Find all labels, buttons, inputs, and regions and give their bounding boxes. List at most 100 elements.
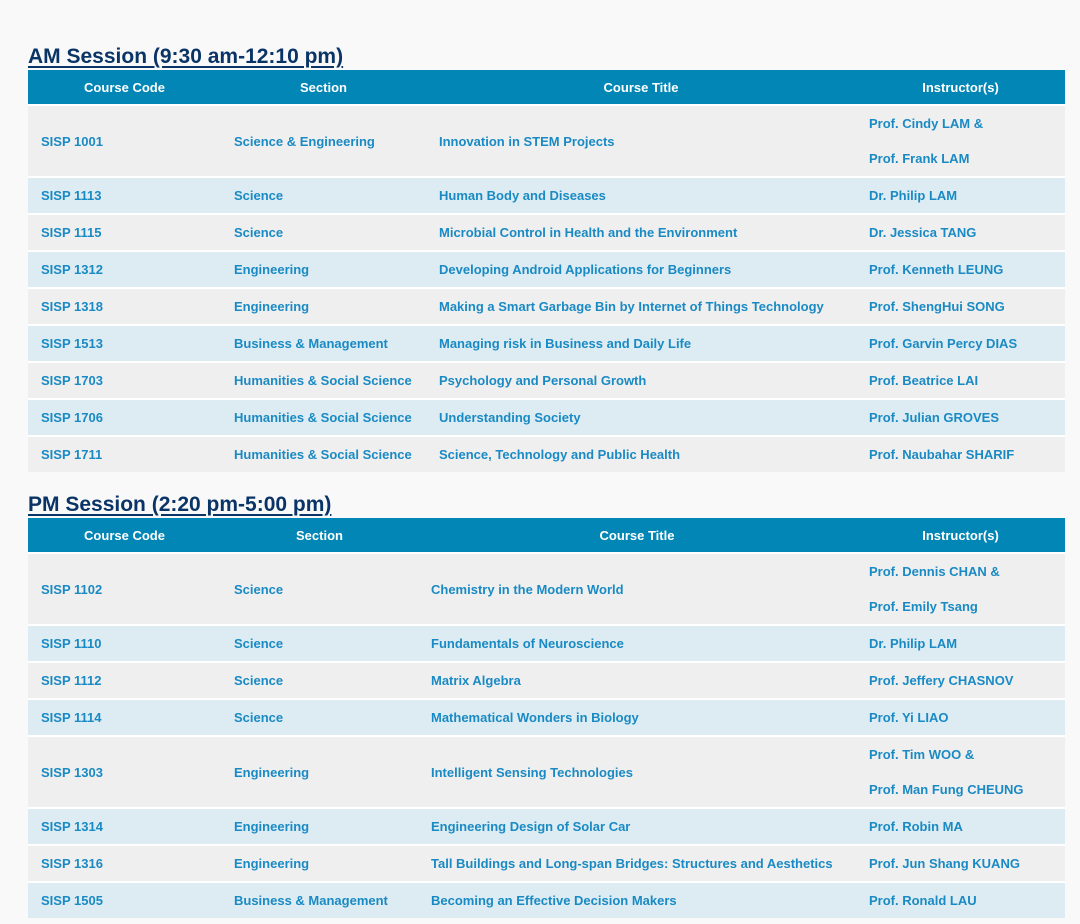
section-cell: Engineering xyxy=(221,735,418,808)
course-code-cell: SISP 1316 xyxy=(28,844,221,882)
instructor-name: Prof. Beatrice LAI xyxy=(869,373,979,388)
instructors-cell: Prof. Jeffery CHASNOV xyxy=(856,661,1065,699)
table-row: SISP 1312 Engineering Developing Android A… xyxy=(28,250,1065,288)
course-title-cell: Psychology and Personal Growth xyxy=(426,361,856,399)
header-course-code: Course Code xyxy=(84,79,165,95)
section-text: Humanities & Social Science xyxy=(234,410,412,425)
instructor-name: Prof. ShengHui SONG xyxy=(869,299,1005,314)
table-row: SISP 1505 Business & Management Becoming a… xyxy=(28,881,1065,918)
table-header-row: Course Code Section Course Title Instruc… xyxy=(28,70,1065,105)
course-title-text: Tall Buildings and Long-span Bridges: St… xyxy=(431,856,833,871)
table-row: SISP 1113 Science Human Body and Diseases D… xyxy=(28,176,1065,214)
course-table-body: SISP 1001 Science & Engineering Innovation… xyxy=(28,104,1065,472)
table-row: SISP 1316 Engineering Tall Buildings and L… xyxy=(28,844,1065,882)
instructor-name: Prof. Tim WOO & xyxy=(869,747,975,762)
course-code-text: SISP 1711 xyxy=(41,447,103,462)
course-code-cell: SISP 1513 xyxy=(28,324,221,362)
instructors-cell: Prof. Garvin Percy DIAS xyxy=(856,324,1065,362)
section-text: Science xyxy=(234,581,284,597)
course-table-body: SISP 1102 Science Chemistry in the Modern … xyxy=(28,552,1065,918)
course-code-text: SISP 1303 xyxy=(41,764,103,780)
section-cell: Science xyxy=(221,661,418,699)
course-code-text: SISP 1114 xyxy=(41,710,102,725)
section-text: Engineering xyxy=(234,856,310,871)
instructors-cell: Prof. Ronald LAU xyxy=(856,881,1065,918)
section-cell: Business & Management xyxy=(221,881,418,918)
section-cell: Science & Engineering xyxy=(221,104,426,177)
course-code-cell: SISP 1303 xyxy=(28,735,221,808)
table-row: SISP 1114 Science Mathematical Wonders in … xyxy=(28,698,1065,736)
section-text: Science xyxy=(234,225,284,240)
course-title-text: Fundamentals of Neuroscience xyxy=(431,636,624,651)
course-title-text: Microbial Control in Health and the Envi… xyxy=(439,225,738,240)
session-heading: PM Session (2:20 pm-5:00 pm) xyxy=(28,493,332,516)
instructors-cell: Dr. Jessica TANG xyxy=(856,213,1065,251)
course-code-cell: SISP 1505 xyxy=(28,881,221,918)
course-title-text: Human Body and Diseases xyxy=(439,188,606,203)
course-code-cell: SISP 1706 xyxy=(28,398,221,436)
instructors-cell: Prof. Tim WOO & Prof. Man Fung CHEUNG xyxy=(856,735,1065,808)
course-code-cell: SISP 1318 xyxy=(28,287,221,325)
instructors-cell: Prof. Jun Shang KUANG xyxy=(856,844,1065,882)
course-title-cell: Becoming an Effective Decision Makers xyxy=(418,881,856,918)
course-title-cell: Tall Buildings and Long-span Bridges: St… xyxy=(418,844,856,882)
course-table: Course Code Section Course Title Instruc… xyxy=(28,518,1065,918)
course-code-text: SISP 1314 xyxy=(41,819,103,834)
section-cell: Engineering xyxy=(221,844,418,882)
instructors-cell: Prof. Naubahar SHARIF xyxy=(856,435,1065,472)
header-course-title: Course Title xyxy=(599,527,675,543)
section-text: Engineering xyxy=(234,819,310,834)
course-code-text: SISP 1505 xyxy=(41,893,103,908)
course-title-cell: Matrix Algebra xyxy=(418,661,856,699)
course-code-text: SISP 1318 xyxy=(41,299,103,314)
header-course-code: Course Code xyxy=(84,527,165,543)
course-code-text: SISP 1112 xyxy=(41,673,102,688)
instructor-name: Prof. Frank LAM xyxy=(869,151,970,166)
table-row: SISP 1001 Science & Engineering Innovation… xyxy=(28,104,1065,177)
section-cell: Engineering xyxy=(221,250,426,288)
instructors-cell: Prof. Dennis CHAN & Prof. Emily Tsang xyxy=(856,552,1065,625)
course-code-cell: SISP 1110 xyxy=(28,624,221,662)
section-cell: Science xyxy=(221,176,426,214)
section-text: Business & Management xyxy=(234,336,388,351)
session-heading: AM Session (9:30 am-12:10 pm) xyxy=(28,45,344,68)
instructors-cell: Prof. ShengHui SONG xyxy=(856,287,1065,325)
table-row: SISP 1115 Science Microbial Control in Hea… xyxy=(28,213,1065,251)
course-code-cell: SISP 1703 xyxy=(28,361,221,399)
instructor-name: Prof. Cindy LAM & xyxy=(869,116,984,131)
instructor-name: Dr. Philip LAM xyxy=(869,188,958,203)
section-text: Science xyxy=(234,673,284,688)
course-title-cell: Engineering Design of Solar Car xyxy=(418,807,856,845)
course-title-text: Psychology and Personal Growth xyxy=(439,373,647,388)
course-code-text: SISP 1110 xyxy=(41,636,102,651)
instructor-name: Prof. Ronald LAU xyxy=(869,893,977,908)
section-cell: Engineering xyxy=(221,807,418,845)
course-title-cell: Chemistry in the Modern World xyxy=(418,552,856,625)
section-text: Business & Management xyxy=(234,893,388,908)
header-instructors: Instructor(s) xyxy=(922,79,999,95)
table-row: SISP 1706 Humanities & Social Science Unde… xyxy=(28,398,1065,436)
section-text: Engineering xyxy=(234,262,310,277)
instructor-name: Prof. Julian GROVES xyxy=(869,410,1000,425)
table-row: SISP 1314 Engineering Engineering Design o… xyxy=(28,807,1065,845)
course-code-cell: SISP 1114 xyxy=(28,698,221,736)
section-text: Science xyxy=(234,188,284,203)
course-title-cell: Making a Smart Garbage Bin by Internet o… xyxy=(426,287,856,325)
course-code-cell: SISP 1312 xyxy=(28,250,221,288)
instructors-cell: Dr. Philip LAM xyxy=(856,176,1065,214)
course-title-text: Innovation in STEM Projects xyxy=(439,133,615,149)
instructors-cell: Prof. Kenneth LEUNG xyxy=(856,250,1065,288)
course-code-text: SISP 1102 xyxy=(41,581,103,597)
course-title-text: Engineering Design of Solar Car xyxy=(431,819,631,834)
section-cell: Business & Management xyxy=(221,324,426,362)
course-title-cell: Science, Technology and Public Health xyxy=(426,435,856,472)
course-code-text: SISP 1706 xyxy=(41,410,103,425)
instructor-name: Prof. Kenneth LEUNG xyxy=(869,262,1004,277)
course-code-cell: SISP 1001 xyxy=(28,104,221,177)
course-title-text: Managing risk in Business and Daily Life xyxy=(439,336,692,351)
pm-session: PM Session (2:20 pm-5:00 pm) Course Code… xyxy=(28,491,1065,918)
section-cell: Science xyxy=(221,624,418,662)
table-row: SISP 1318 Engineering Making a Smart Garba… xyxy=(28,287,1065,325)
instructor-name: Prof. Dennis CHAN & xyxy=(869,564,1000,579)
header-section: Section xyxy=(300,79,347,95)
